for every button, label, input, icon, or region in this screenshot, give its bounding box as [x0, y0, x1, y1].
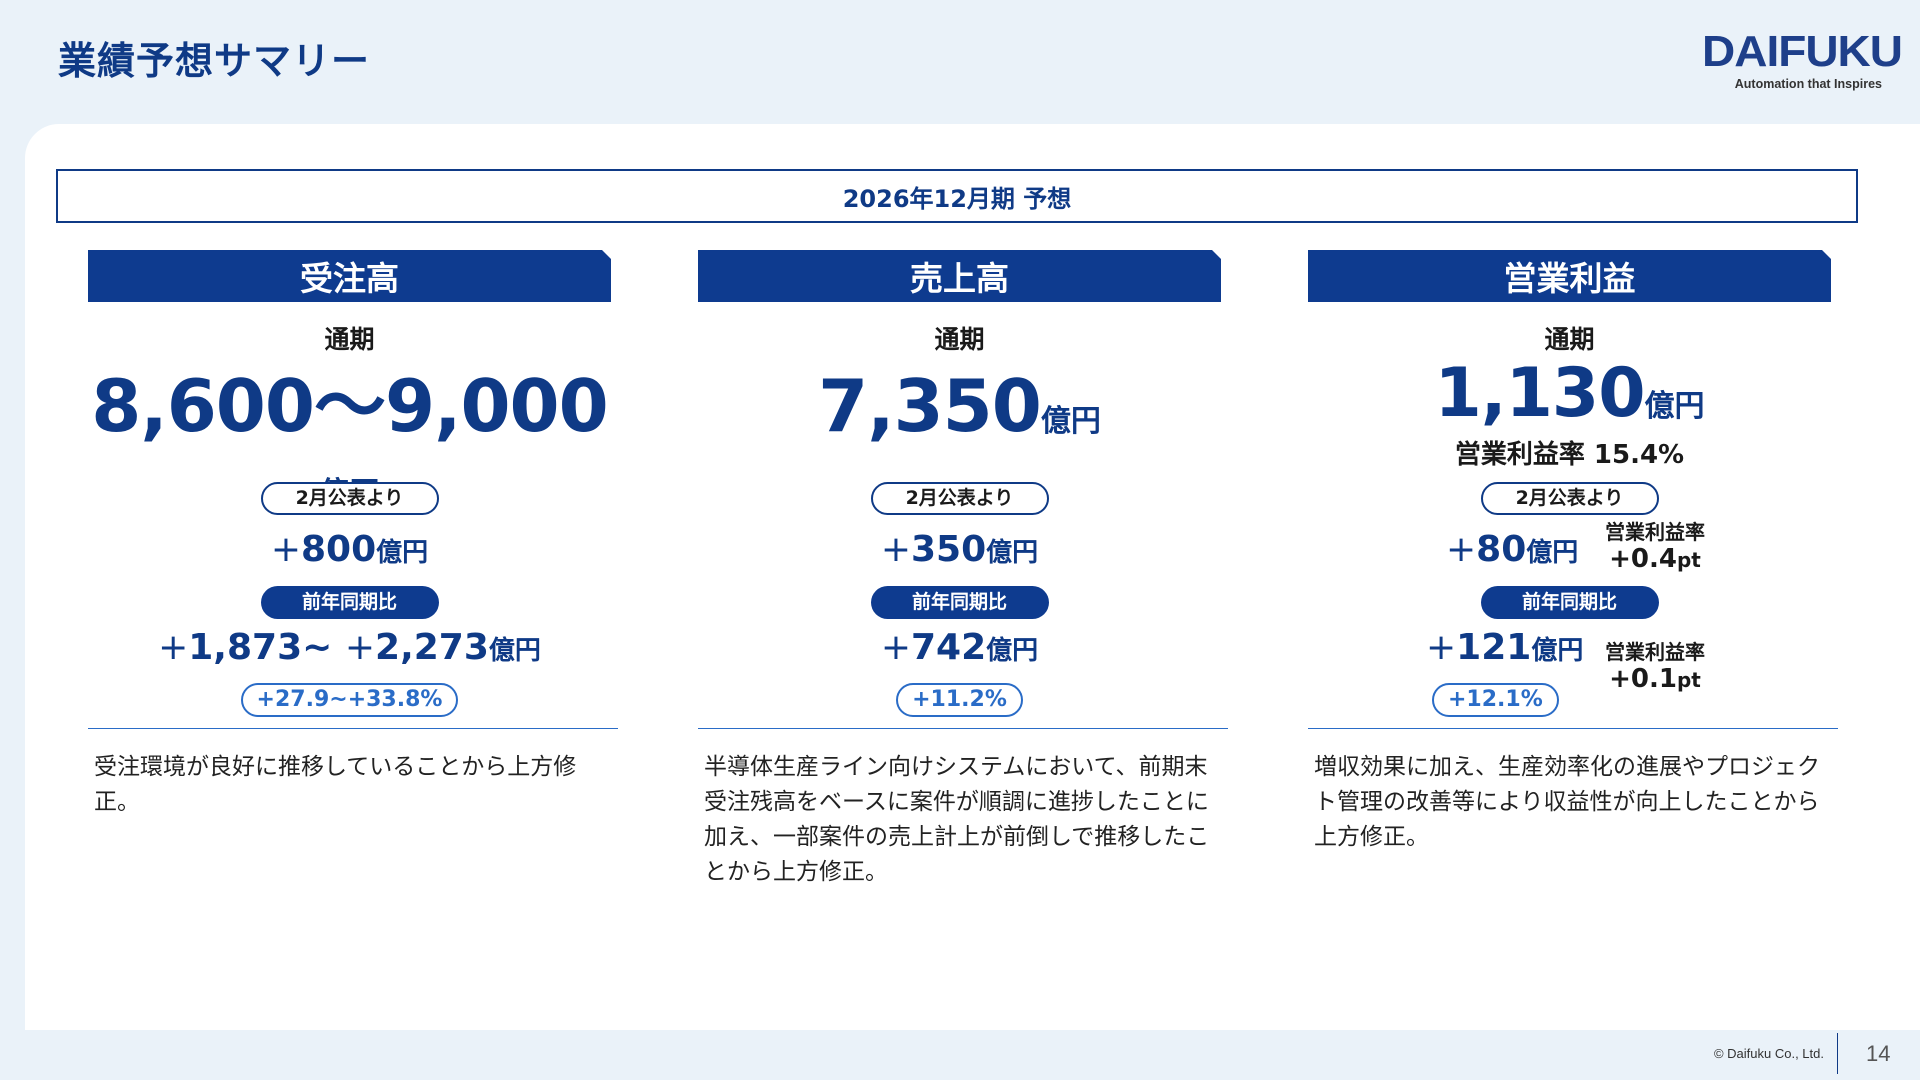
plus-sign: + — [1609, 544, 1631, 574]
plus-sign: + — [880, 627, 911, 668]
delta-unit: 億円 — [376, 538, 429, 568]
value-unit: 億円 — [1644, 389, 1705, 424]
divider — [1308, 728, 1838, 729]
value-number: 1,130 — [1434, 354, 1645, 433]
delta-number: 800 — [301, 529, 377, 570]
delta-number: 2,273 — [375, 627, 489, 668]
plus-sign: + — [1446, 529, 1477, 570]
yoy-badge: 前年同期比 — [870, 586, 1049, 619]
forecast-value: 1,130億円 — [1308, 360, 1831, 428]
value-unit: 億円 — [1040, 404, 1101, 439]
delta-number: 80 — [1476, 529, 1527, 570]
vs-plan-badge: 2月公表より — [870, 482, 1049, 515]
delta-unit: 億円 — [986, 636, 1039, 666]
orders-column: 受注高 通期 8,600～9,000億円 2月公表より +800億円 前年同期比… — [88, 250, 628, 815]
column-description: 増収効果に加え、生産効率化の進展やプロジェクト管理の改善等により収益性が向上した… — [1314, 754, 1820, 850]
delta-number: 742 — [911, 627, 987, 668]
logo-wordmark: DAIFUKU — [1702, 26, 1903, 76]
delta-unit: 億円 — [1526, 538, 1579, 568]
column-header: 売上高 — [698, 250, 1221, 302]
vs-plan-badge: 2月公表より — [1480, 482, 1659, 515]
value-number: 8,600～9,000 — [91, 364, 608, 448]
yoy-delta: +121億円 — [1426, 627, 1583, 668]
yoy-pct-badge: +27.9~+33.8% — [240, 683, 459, 717]
term-label: 通期 — [324, 325, 375, 354]
yoy-delta: +1,873~ +2,273億円 — [158, 627, 541, 668]
range-tilde: ~ — [302, 627, 333, 668]
margin-number: 0.4 — [1630, 544, 1677, 574]
plus-sign: + — [270, 529, 301, 570]
sales-column: 売上高 通期 7,350億円 2月公表より +350億円 前年同期比 +742億… — [698, 250, 1238, 885]
delta-unit: 億円 — [986, 538, 1039, 568]
page-number: 14 — [1866, 1041, 1891, 1066]
pt-unit: pt — [1676, 548, 1701, 572]
margin-label: 営業利益率 — [1605, 520, 1705, 544]
column-header: 受注高 — [88, 250, 611, 302]
footer-divider — [1837, 1033, 1838, 1074]
plus-sign: + — [1426, 627, 1457, 668]
logo-tagline: Automation that Inspires — [1734, 77, 1882, 91]
margin-label: 営業利益率 — [1605, 640, 1705, 664]
operating-margin: 営業利益率 15.4% — [1454, 440, 1685, 470]
column-description: 半導体生産ライン向けシステムにおいて、前期末受注残高をベースに案件が順調に進捗し… — [704, 754, 1210, 885]
yoy-pct-badge: +11.2% — [896, 683, 1023, 717]
vs-plan-delta: +80億円 — [1446, 529, 1578, 570]
yoy-delta: +742億円 — [881, 627, 1038, 668]
forecast-value: 7,350億円 — [698, 370, 1221, 442]
operating-income-column: 営業利益 通期 1,130億円 営業利益率 15.4% 2月公表より +80億円… — [1308, 250, 1848, 850]
vs-plan-badge: 2月公表より — [260, 482, 439, 515]
page-title: 業績予想サマリー — [58, 39, 371, 83]
margin-delta: +0.4pt — [1590, 544, 1720, 575]
plus-sign: + — [158, 627, 189, 668]
period-label: 2026年12月期 予想 — [56, 169, 1858, 223]
yoy-badge: 前年同期比 — [260, 586, 439, 619]
delta-number: 1,873 — [188, 627, 303, 668]
divider — [698, 728, 1228, 729]
yoy-badge: 前年同期比 — [1480, 586, 1659, 619]
divider — [88, 728, 618, 729]
delta-unit: 億円 — [488, 636, 541, 666]
vs-plan-delta: +800億円 — [271, 529, 428, 570]
vs-plan-margin-note: 営業利益率 +0.4pt — [1590, 520, 1720, 575]
delta-number: 350 — [911, 529, 987, 570]
vs-plan-delta: +350億円 — [881, 529, 1038, 570]
delta-unit: 億円 — [1531, 636, 1584, 666]
copyright: © Daifuku Co., Ltd. — [1713, 1046, 1824, 1061]
term-label: 通期 — [934, 325, 985, 354]
company-logo: DAIFUKU Automation that Inspires — [1702, 26, 1903, 91]
plus-sign: + — [344, 627, 376, 668]
column-description: 受注環境が良好に推移していることから上方修正。 — [94, 754, 577, 815]
delta-number: 121 — [1456, 627, 1532, 668]
value-number: 7,350 — [818, 364, 1042, 448]
column-header: 営業利益 — [1308, 250, 1831, 302]
plus-sign: + — [880, 529, 911, 570]
yoy-pct-badge: +12.1% — [1432, 683, 1559, 717]
term-label: 通期 — [1544, 325, 1595, 354]
